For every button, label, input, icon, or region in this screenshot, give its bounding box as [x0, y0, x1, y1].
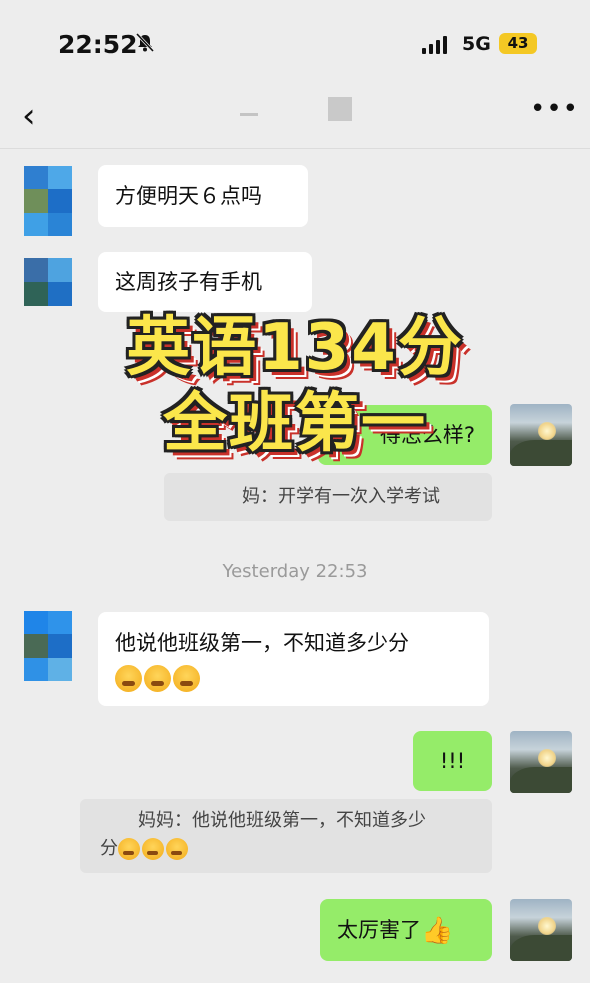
bell-slash-icon — [135, 32, 155, 58]
grimacing-tears-emoji — [166, 838, 188, 860]
grimacing-tears-emoji — [118, 838, 140, 860]
status-time: 22:52 — [58, 30, 138, 59]
contact-name-blurred — [240, 108, 260, 124]
timestamp: Yesterday 22:53 — [222, 561, 368, 582]
message-text: !!! — [439, 749, 466, 773]
contact-avatar[interactable] — [24, 611, 72, 681]
signal-icon — [422, 34, 447, 54]
quoted-text: 妈妈：他说他班级第一，不知道多少 — [138, 810, 426, 831]
grimacing-tears-emoji — [144, 664, 171, 692]
overlay-caption-line2: 全班第一 — [163, 387, 427, 461]
message-text: 他说他班级第一，不知道多少分 — [115, 631, 409, 655]
message-bubble-outgoing[interactable]: 太厉害了👍 — [320, 899, 492, 961]
quoted-message[interactable]: 妈妈：他说他班级第一，不知道多少 分 — [80, 799, 492, 873]
contact-avatar[interactable] — [24, 166, 72, 236]
quoted-emoji-row: 分 — [100, 835, 475, 863]
network-label: 5G — [462, 33, 491, 55]
message-bubble-outgoing[interactable]: !!! — [413, 731, 492, 791]
message-text: 方便明天６点吗 — [115, 184, 262, 208]
battery-icon: 43 — [499, 33, 537, 54]
chevron-left-icon[interactable]: ‹ — [22, 96, 36, 136]
grimacing-tears-emoji — [142, 838, 164, 860]
message-text: 这周孩子有手机 — [115, 270, 262, 294]
quoted-text: 妈：开学有一次入学考试 — [242, 486, 440, 507]
grimacing-tears-emoji — [173, 664, 200, 692]
message-text: 太厉害了 — [337, 918, 421, 942]
emoji-row — [115, 660, 472, 694]
message-bubble[interactable]: 他说他班级第一，不知道多少分 — [98, 612, 489, 706]
status-bar: 22:52 5G 43 — [0, 0, 590, 88]
user-avatar[interactable] — [510, 899, 572, 961]
thumbs-up-emoji: 👍 — [421, 916, 454, 946]
quoted-text-continued: 分 — [100, 838, 118, 859]
contact-name-redacted — [328, 97, 352, 121]
grimacing-tears-emoji — [115, 664, 142, 692]
message-bubble[interactable]: 方便明天６点吗 — [98, 165, 308, 227]
user-avatar[interactable] — [510, 731, 572, 793]
quoted-message[interactable]: 妈：开学有一次入学考试 — [164, 473, 492, 521]
chat-header: ‹ ••• — [0, 88, 590, 149]
more-dots-icon[interactable]: ••• — [530, 94, 579, 124]
